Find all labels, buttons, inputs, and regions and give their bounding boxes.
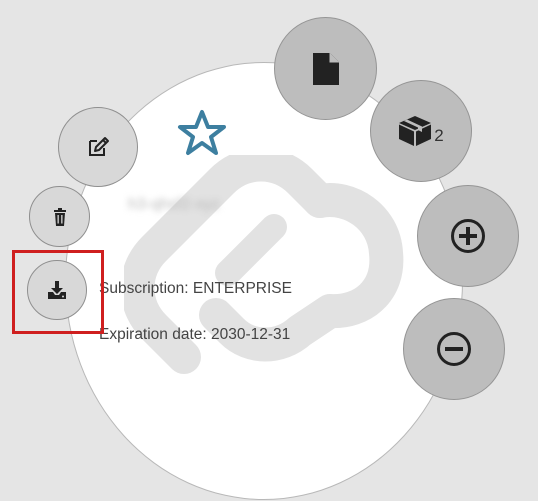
package-box-icon bbox=[399, 116, 432, 146]
delete-button[interactable] bbox=[29, 186, 90, 247]
add-button[interactable] bbox=[417, 185, 519, 287]
file-button[interactable] bbox=[274, 17, 377, 120]
package-count: 2 bbox=[434, 126, 444, 145]
plus-circle-icon bbox=[451, 219, 485, 253]
trash-icon bbox=[53, 207, 66, 226]
subscription-text: Subscription: ENTERPRISE bbox=[99, 280, 292, 297]
download-tray-icon bbox=[48, 281, 66, 299]
edit-button[interactable] bbox=[58, 107, 138, 187]
minus-circle-icon bbox=[437, 332, 471, 366]
package-button[interactable]: 2 bbox=[370, 80, 472, 182]
star-icon[interactable] bbox=[176, 108, 228, 158]
file-icon bbox=[312, 52, 339, 85]
pencil-square-icon bbox=[89, 137, 109, 156]
expiration-date-text: Expiration date: 2030-12-31 bbox=[99, 326, 291, 343]
remove-button[interactable] bbox=[403, 298, 505, 400]
download-button[interactable] bbox=[27, 260, 87, 320]
license-name: h3-qhsf2-xyz bbox=[128, 196, 220, 213]
